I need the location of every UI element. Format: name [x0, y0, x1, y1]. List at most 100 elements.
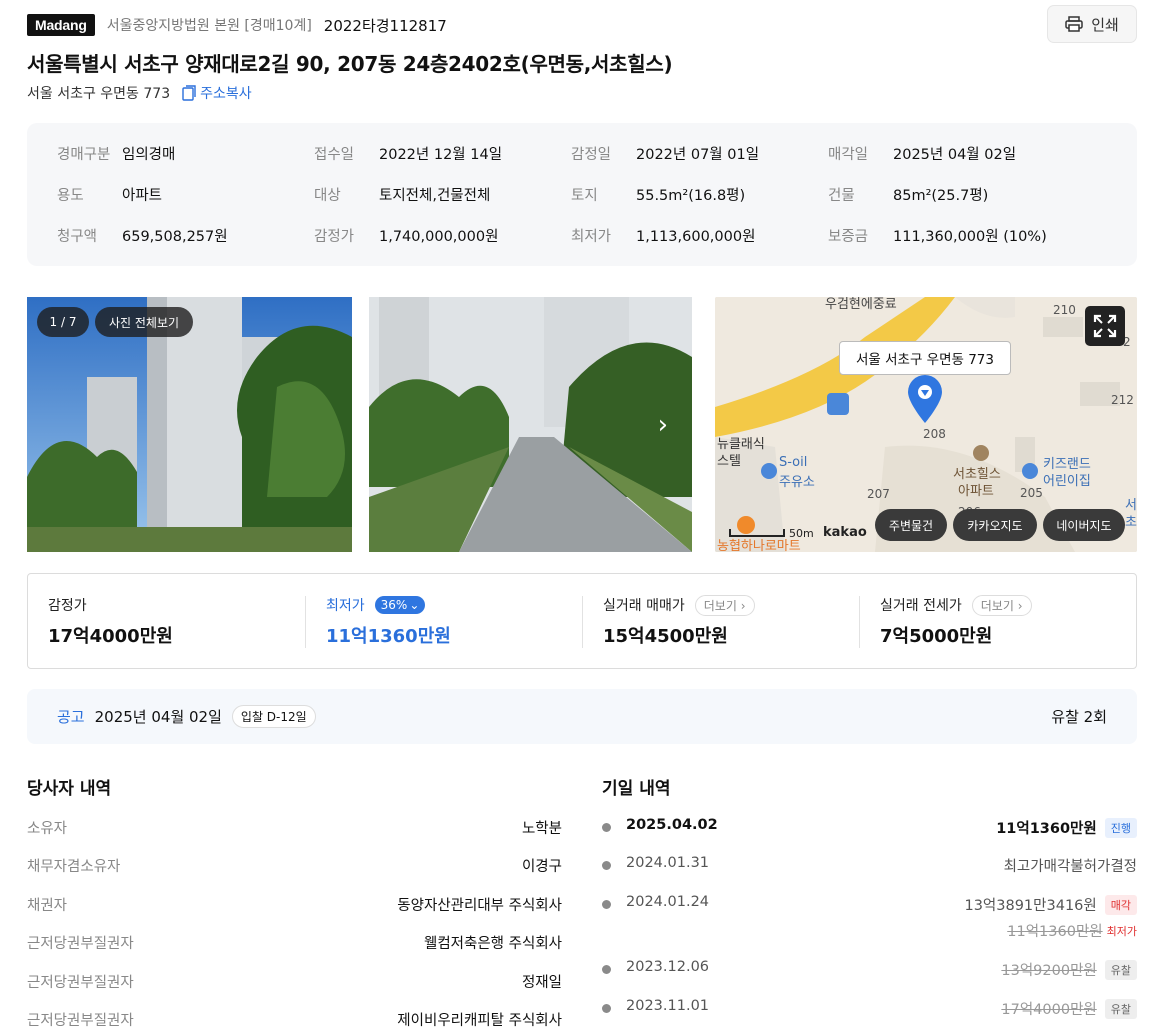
- party-name: 제이비우리캐피탈 주식회사: [397, 1013, 562, 1029]
- print-button[interactable]: 인쇄: [1047, 5, 1137, 43]
- party-role: 채권자: [27, 898, 68, 914]
- history-amount-group: 11억1360만원 최저가: [1007, 920, 1137, 941]
- info-cell: 감정일 2022년 07월 01일: [571, 143, 828, 164]
- lot-address-row: 서울 서초구 우면동 773 주소복사: [27, 83, 252, 103]
- info-cell: 보증금 111,360,000원 (10%): [828, 225, 1085, 246]
- copy-address-label: 주소복사: [200, 86, 252, 102]
- court-name: 서울중앙지방법원 본원 [경매10계]: [106, 18, 312, 34]
- property-photo-2[interactable]: ›: [369, 297, 692, 552]
- status-badge: 유찰: [1104, 959, 1137, 980]
- history-amount-group: 최고가매각불허가결정: [1004, 855, 1137, 876]
- real-jeonse-amount: 7억5000만원: [880, 626, 993, 647]
- info-row: 용도 아파트 대상 토지전체,건물전체 토지 55.5m²(16.8평) 건물 85m²…: [57, 184, 1085, 205]
- info-cell: 접수일 2022년 12월 14일: [314, 143, 571, 164]
- history-date: 2024.01.24: [626, 894, 710, 910]
- building-number-label: 212: [1111, 393, 1134, 407]
- info-label: 매각일: [828, 147, 869, 163]
- minimum-price: 최저가 36% ⌄ 11억1360만원: [326, 594, 451, 648]
- map-scale-label: 50m: [789, 527, 814, 540]
- history-amount-group: 11억1360만원 진행: [996, 817, 1137, 838]
- status-badge: 매각: [1104, 894, 1137, 915]
- info-label: 감정가: [314, 229, 355, 245]
- history-date: 2024.01.31: [626, 855, 710, 871]
- discount-badge[interactable]: 36% ⌄: [374, 596, 426, 614]
- minimum-amount: 11억1360만원: [326, 626, 451, 647]
- price-summary-panel: 감정가 17억4000만원 최저가 36% ⌄ 11억1360만원 실거래 매매가…: [27, 573, 1137, 669]
- view-all-photos-button[interactable]: 사진 전체보기: [95, 307, 193, 337]
- case-number: 2022타경112817: [323, 16, 447, 35]
- history-date: 2023.12.06: [626, 959, 710, 975]
- party-name: 이경구: [521, 859, 562, 875]
- nearby-items-button[interactable]: 주변물건: [875, 509, 947, 541]
- history-amount: 최고가매각불허가결정: [1003, 859, 1137, 875]
- history-amount-group: 13억3891만3416원 매각: [964, 894, 1137, 915]
- location-map[interactable]: 우검현에중료 210 2 212 208 207 205 206 뉴클래식 스텔…: [715, 297, 1137, 552]
- map-label: 어린이집: [1043, 474, 1091, 489]
- map-label: 아파트: [958, 484, 994, 499]
- notice-bar: 공고 2025년 04월 02일 입찰 D-12일 유찰 2회: [27, 689, 1137, 744]
- status-badge: 유찰: [1104, 998, 1137, 1019]
- history-date: 2023.11.01: [626, 998, 710, 1014]
- party-role: 소유자: [27, 821, 68, 837]
- lot-address: 서울 서초구 우면동 773: [27, 86, 171, 102]
- header-row: Madang 서울중앙지방법원 본원 [경매10계] 2022타경112817 …: [27, 5, 1137, 43]
- bus-stop-icon: [827, 393, 849, 415]
- copy-address-button[interactable]: 주소복사: [182, 83, 252, 103]
- real-jeonse-price: 실거래 전세가 더보기 › 7억5000만원: [880, 594, 1032, 648]
- history-amount-group: 13억9200만원 유찰: [1001, 959, 1137, 980]
- naver-map-button[interactable]: 네이버지도: [1043, 509, 1125, 541]
- property-photo-1[interactable]: 1 / 7 사진 전체보기: [27, 297, 352, 552]
- history-title: 기일 내역: [602, 779, 671, 799]
- kindergarten-icon: [1022, 463, 1038, 479]
- info-value: 2025년 04월 02일: [893, 147, 1017, 163]
- history-amount: 11억1360만원: [996, 821, 1097, 837]
- party-name: 동양자산관리대부 주식회사: [397, 898, 562, 914]
- history-amount: 13억9200만원: [1001, 963, 1097, 979]
- map-address-tag: 서울 서초구 우면동 773: [839, 341, 1011, 375]
- party-row: 소유자 노학분: [27, 817, 562, 837]
- apartment-poi-icon: [973, 445, 989, 461]
- map-label: 주유소: [779, 475, 815, 490]
- timeline-dot: [602, 1004, 611, 1013]
- appraisal-label: 감정가: [48, 598, 87, 614]
- chevron-right-icon: ›: [1017, 598, 1023, 613]
- print-label: 인쇄: [1091, 15, 1119, 34]
- chevron-right-icon: ›: [740, 598, 746, 613]
- party-row: 채무자겸소유자 이경구: [27, 855, 562, 875]
- party-row: 근저당권부질권자 제이비우리캐피탈 주식회사: [27, 1009, 562, 1029]
- parties-title: 당사자 내역: [27, 779, 112, 799]
- map-label: 우검현에중료: [825, 297, 897, 312]
- info-label: 보증금: [828, 229, 869, 245]
- info-value: 임의경매: [122, 147, 176, 163]
- map-label: S-oil: [779, 455, 808, 470]
- party-row: 근저당권부질권자 정재일: [27, 971, 562, 991]
- info-cell: 최저가 1,113,600,000원: [571, 225, 828, 246]
- appraisal-price: 감정가 17억4000만원: [48, 594, 173, 648]
- madang-logo[interactable]: Madang: [27, 14, 95, 36]
- history-min-amount: 11억1360만원: [1007, 924, 1103, 940]
- chevron-down-icon: ⌄: [409, 598, 420, 612]
- next-photo-arrow-icon[interactable]: ›: [658, 410, 668, 440]
- kakao-map-button[interactable]: 카카오지도: [953, 509, 1037, 541]
- info-row: 경매구분 임의경매 접수일 2022년 12월 14일 감정일 2022년 07월 0…: [57, 143, 1085, 164]
- more-label: 더보기: [703, 598, 737, 613]
- history-amount: 17억4000만원: [1001, 1002, 1097, 1018]
- info-cell: 매각일 2025년 04월 02일: [828, 143, 1085, 164]
- copy-icon: [182, 85, 196, 101]
- dday-badge: 입찰 D-12일: [231, 705, 316, 728]
- sale-more-button[interactable]: 더보기 ›: [694, 594, 755, 616]
- building-number-label: 208: [923, 427, 946, 441]
- map-scale-bar: [729, 529, 785, 537]
- divider: [305, 596, 306, 648]
- info-cell: 토지 55.5m²(16.8평): [571, 184, 828, 205]
- building-number-label: 205: [1020, 486, 1043, 500]
- info-label: 접수일: [314, 147, 355, 163]
- party-role: 근저당권부질권자: [27, 975, 134, 991]
- party-role: 채무자겸소유자: [27, 859, 121, 875]
- jeonse-more-button[interactable]: 더보기 ›: [971, 594, 1032, 616]
- fail-count: 유찰 2회: [1051, 708, 1107, 726]
- expand-map-button[interactable]: [1085, 306, 1125, 346]
- info-label: 토지: [571, 188, 598, 204]
- min-price-tag: 최저가: [1106, 924, 1137, 938]
- building-number-label: 210: [1053, 303, 1076, 317]
